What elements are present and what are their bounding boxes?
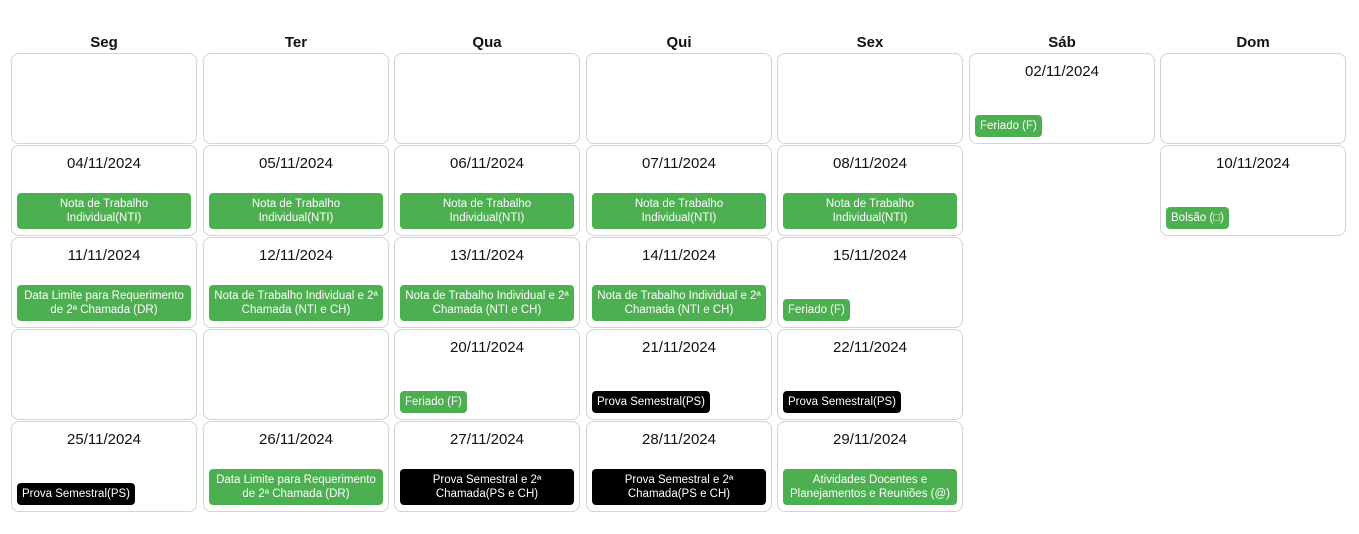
day-cell[interactable]: 27/11/2024 Prova Semestral e 2ª Chamada(P… bbox=[394, 421, 580, 512]
calendar-event[interactable]: Prova Semestral(PS) bbox=[592, 391, 711, 413]
day-cell[interactable] bbox=[203, 53, 389, 144]
weekday-header-sab: Sáb bbox=[1048, 34, 1076, 51]
day-date: 07/11/2024 bbox=[642, 155, 716, 172]
day-date: 13/11/2024 bbox=[450, 247, 524, 264]
day-date: 04/11/2024 bbox=[67, 155, 141, 172]
day-cell[interactable]: 12/11/2024 Nota de Trabalho Individual e … bbox=[203, 237, 389, 328]
day-date: 10/11/2024 bbox=[1216, 155, 1290, 172]
day-cell[interactable] bbox=[586, 53, 772, 144]
calendar-event[interactable]: Bolsão (□) bbox=[1166, 207, 1229, 229]
day-cell[interactable]: 06/11/2024 Nota de Trabalho Individual(NT… bbox=[394, 145, 580, 236]
calendar-event[interactable]: Nota de Trabalho Individual(NTI) bbox=[209, 193, 383, 229]
calendar-event[interactable]: Data Limite para Requerimento de 2ª Cham… bbox=[209, 469, 383, 505]
day-date: 22/11/2024 bbox=[833, 339, 907, 356]
day-cell[interactable] bbox=[203, 329, 389, 420]
day-cell[interactable]: 05/11/2024 Nota de Trabalho Individual(NT… bbox=[203, 145, 389, 236]
day-date: 06/11/2024 bbox=[450, 155, 524, 172]
day-cell[interactable]: 26/11/2024 Data Limite para Requerimento … bbox=[203, 421, 389, 512]
day-date: 27/11/2024 bbox=[450, 431, 524, 448]
calendar-event[interactable]: Nota de Trabalho Individual(NTI) bbox=[17, 193, 191, 229]
weekday-header-sex: Sex bbox=[856, 34, 884, 51]
calendar-event[interactable]: Nota de Trabalho Individual(NTI) bbox=[592, 193, 766, 229]
day-date: 15/11/2024 bbox=[833, 247, 907, 264]
calendar-event[interactable]: Nota de Trabalho Individual e 2ª Chamada… bbox=[592, 285, 766, 321]
day-date: 26/11/2024 bbox=[259, 431, 333, 448]
day-date: 12/11/2024 bbox=[259, 247, 333, 264]
day-date: 28/11/2024 bbox=[642, 431, 716, 448]
day-cell[interactable]: 13/11/2024 Nota de Trabalho Individual e … bbox=[394, 237, 580, 328]
day-cell[interactable]: 20/11/2024 Feriado (F) bbox=[394, 329, 580, 420]
calendar-event[interactable]: Prova Semestral(PS) bbox=[783, 391, 902, 413]
weekday-header-qua: Qua bbox=[472, 34, 502, 51]
day-cell[interactable]: 15/11/2024 Feriado (F) bbox=[777, 237, 963, 328]
calendar-event[interactable]: Prova Semestral(PS) bbox=[17, 483, 136, 505]
day-date: 14/11/2024 bbox=[642, 247, 716, 264]
day-cell[interactable] bbox=[394, 53, 580, 144]
calendar-event[interactable]: Nota de Trabalho Individual e 2ª Chamada… bbox=[209, 285, 383, 321]
day-cell[interactable]: 10/11/2024 Bolsão (□) bbox=[1160, 145, 1346, 236]
calendar-event[interactable]: Nota de Trabalho Individual(NTI) bbox=[783, 193, 957, 229]
day-cell[interactable]: 08/11/2024 Nota de Trabalho Individual(NT… bbox=[777, 145, 963, 236]
day-cell[interactable]: 11/11/2024 Data Limite para Requerimento … bbox=[11, 237, 197, 328]
calendar-event[interactable]: Feriado (F) bbox=[400, 391, 467, 413]
day-cell[interactable]: 28/11/2024 Prova Semestral e 2ª Chamada(P… bbox=[586, 421, 772, 512]
calendar-event[interactable]: Prova Semestral e 2ª Chamada(PS e CH) bbox=[592, 469, 766, 505]
day-cell[interactable]: 07/11/2024 Nota de Trabalho Individual(NT… bbox=[586, 145, 772, 236]
weekday-header-ter: Ter bbox=[284, 34, 308, 51]
day-cell[interactable] bbox=[11, 53, 197, 144]
calendar-event[interactable]: Feriado (F) bbox=[783, 299, 850, 321]
calendar-event[interactable]: Data Limite para Requerimento de 2ª Cham… bbox=[17, 285, 191, 321]
day-cell[interactable]: 14/11/2024 Nota de Trabalho Individual e … bbox=[586, 237, 772, 328]
weekday-header-seg: Seg bbox=[90, 34, 118, 51]
day-cell[interactable]: 22/11/2024 Prova Semestral(PS) bbox=[777, 329, 963, 420]
day-cell[interactable] bbox=[1160, 53, 1346, 144]
day-date: 11/11/2024 bbox=[67, 247, 141, 264]
calendar-event[interactable]: Nota de Trabalho Individual(NTI) bbox=[400, 193, 574, 229]
day-date: 29/11/2024 bbox=[833, 431, 907, 448]
day-date: 08/11/2024 bbox=[833, 155, 907, 172]
weekday-header-qui: Qui bbox=[666, 34, 692, 51]
weekday-header-dom: Dom bbox=[1236, 34, 1270, 51]
day-date: 20/11/2024 bbox=[450, 339, 524, 356]
day-date: 05/11/2024 bbox=[259, 155, 333, 172]
day-cell[interactable]: 02/11/2024 Feriado (F) bbox=[969, 53, 1155, 144]
day-date: 02/11/2024 bbox=[1025, 63, 1099, 80]
day-date: 25/11/2024 bbox=[67, 431, 141, 448]
calendar-event[interactable]: Feriado (F) bbox=[975, 115, 1042, 137]
calendar-event[interactable]: Prova Semestral e 2ª Chamada(PS e CH) bbox=[400, 469, 574, 505]
day-cell[interactable] bbox=[777, 53, 963, 144]
calendar-event[interactable]: Nota de Trabalho Individual e 2ª Chamada… bbox=[400, 285, 574, 321]
day-date: 21/11/2024 bbox=[642, 339, 716, 356]
day-cell[interactable]: 25/11/2024 Prova Semestral(PS) bbox=[11, 421, 197, 512]
day-cell[interactable] bbox=[11, 329, 197, 420]
calendar-event[interactable]: Atividades Docentes e Planejamentos e Re… bbox=[783, 469, 957, 505]
day-cell[interactable]: 29/11/2024 Atividades Docentes e Planejam… bbox=[777, 421, 963, 512]
day-cell[interactable]: 21/11/2024 Prova Semestral(PS) bbox=[586, 329, 772, 420]
day-cell[interactable]: 04/11/2024 Nota de Trabalho Individual(NT… bbox=[11, 145, 197, 236]
